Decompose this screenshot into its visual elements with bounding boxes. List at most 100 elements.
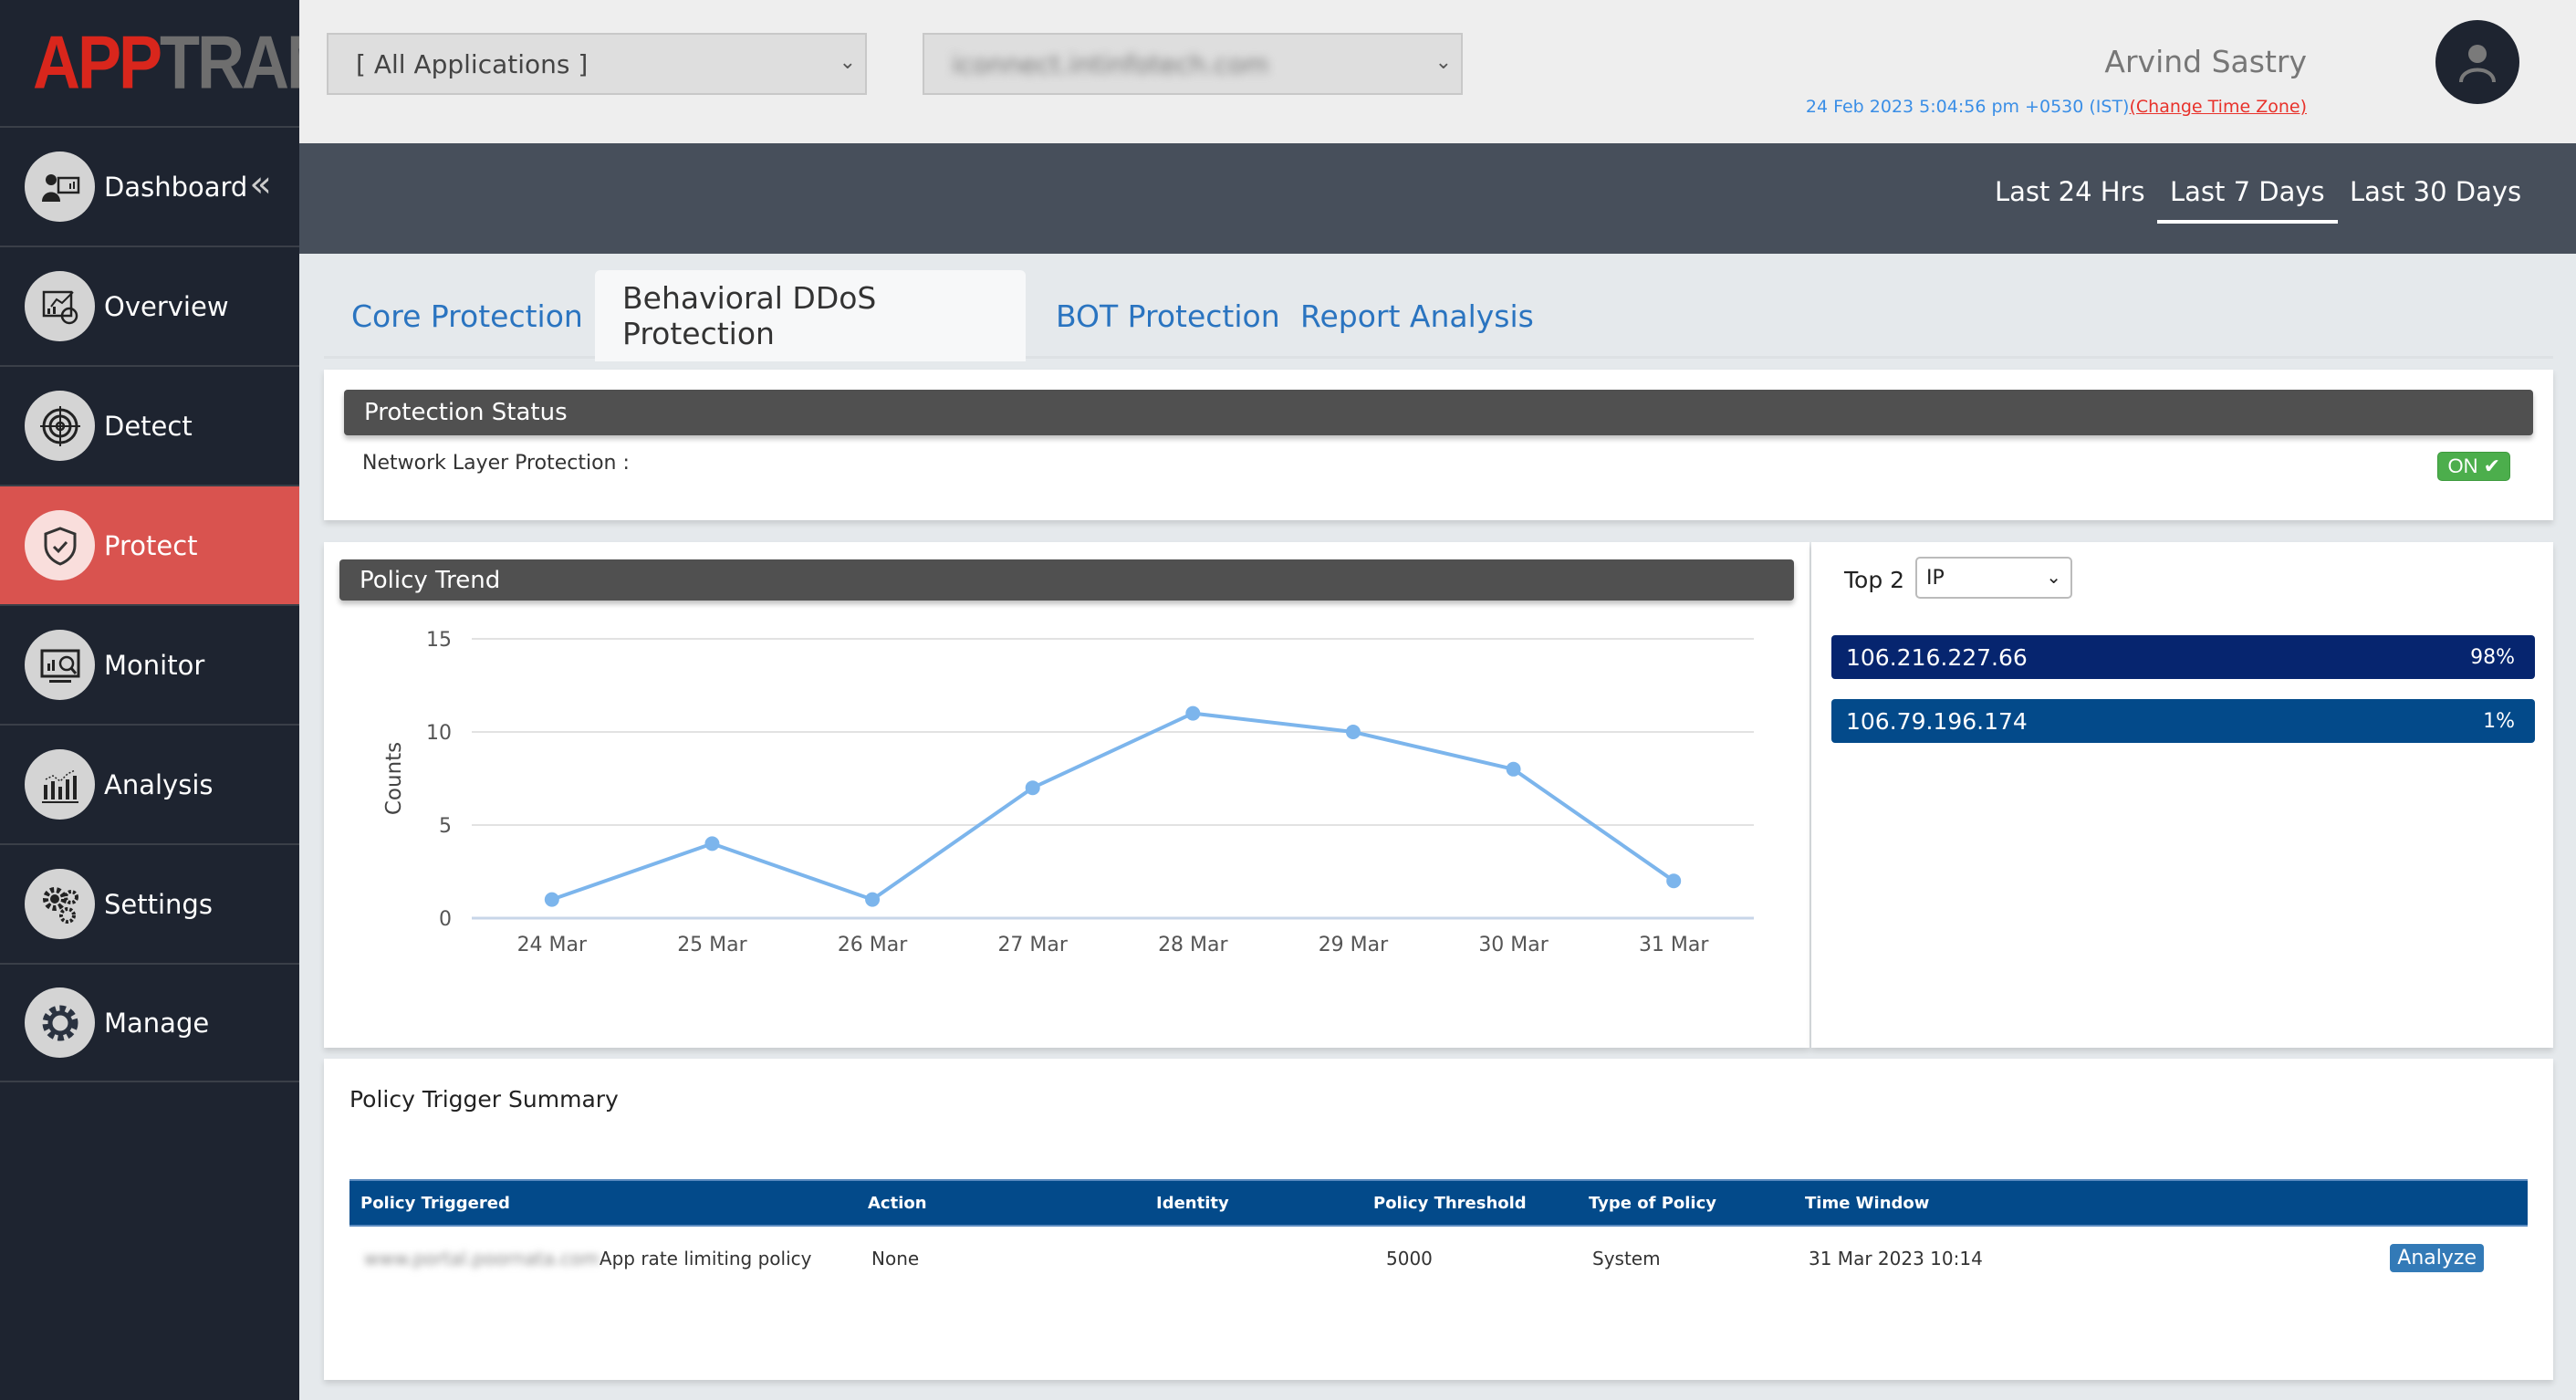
sidebar-item-analysis[interactable]: Analysis — [0, 724, 299, 843]
tab-bot-protection[interactable]: BOT Protection — [1028, 270, 1308, 361]
y-axis-label: Counts — [382, 742, 406, 815]
user-name: Arvind Sastry — [2104, 44, 2307, 79]
panel-header: Protection Status — [344, 390, 2533, 435]
target-icon — [25, 391, 95, 461]
action-cell: None — [871, 1247, 920, 1269]
x-tick-label: 25 Mar — [677, 934, 747, 956]
sidebar-item-manage[interactable]: Manage — [0, 963, 299, 1082]
network-layer-protection-label: Network Layer Protection : — [362, 452, 630, 475]
data-point — [1345, 725, 1361, 739]
y-tick-label: 15 — [426, 629, 452, 652]
sidebar-item-protect[interactable]: Protect — [0, 485, 299, 604]
top-count-label: Top 2 — [1844, 567, 1905, 593]
data-point — [544, 892, 559, 907]
monitor-icon — [25, 630, 95, 700]
x-tick-label: 31 Mar — [1639, 934, 1709, 956]
sidebar-item-detect[interactable]: Detect — [0, 365, 299, 485]
section-title: Policy Trigger Summary — [349, 1086, 619, 1113]
identity-cell — [1145, 1226, 1362, 1290]
user-icon — [2459, 45, 2496, 83]
panel-header: Policy Trend — [339, 559, 1794, 601]
sidebar-item-dashboard[interactable]: Dashboard « — [0, 126, 299, 246]
threshold-cell: 5000 — [1386, 1247, 1433, 1269]
tab-behavioral-ddos-protection[interactable]: Behavioral DDoS Protection — [595, 270, 1026, 361]
tab-report-analysis[interactable]: Report Analysis — [1273, 270, 1561, 361]
range-last-7-days[interactable]: Last 7 Days — [2157, 176, 2338, 224]
table-row: www.portal.poornata.comApp rate limiting… — [349, 1226, 2528, 1290]
column-header: Time Window — [1794, 1179, 2341, 1227]
chevron-down-icon: ⌄ — [839, 51, 856, 74]
time-window-cell: 31 Mar 2023 10:14 — [1809, 1247, 1983, 1269]
x-tick-label: 30 Mar — [1478, 934, 1549, 956]
user-avatar[interactable] — [2435, 20, 2519, 104]
policy-type-cell: System — [1592, 1247, 1661, 1269]
sidebar-item-label: Settings — [104, 888, 213, 920]
overview-icon — [25, 271, 95, 341]
analysis-icon — [25, 749, 95, 820]
sidebar-item-label: Detect — [104, 410, 193, 442]
sidebar: APP TRANA Dashboard « Overview Detect Protect… — [0, 0, 379, 1400]
status-badge[interactable]: ON ✔ — [2437, 452, 2510, 481]
analyze-cell: Analyze — [2341, 1226, 2528, 1290]
data-point — [1506, 761, 1521, 777]
x-tick-label: 27 Mar — [997, 934, 1068, 956]
ip-percentage: 98% — [2470, 645, 2515, 669]
gear-icon — [25, 987, 95, 1058]
series-line — [551, 711, 1675, 902]
application-select[interactable]: [ All Applications ] ⌄ — [327, 33, 867, 95]
ip-address: 106.216.227.66 — [1846, 643, 2028, 671]
protection-tabs: Core Protection Behavioral DDoS Protecti… — [324, 254, 2553, 361]
sidebar-item-label: Overview — [104, 290, 229, 322]
sidebar-item-label: Analysis — [104, 768, 214, 800]
ip-address: 106.79.196.174 — [1846, 707, 2028, 735]
data-point — [1666, 873, 1682, 889]
policy-trend-chart: 0 5 10 15 24 Mar 25 Mar 26 Mar 27 Mar 28 Mar 29 M… — [382, 629, 1754, 956]
change-time-zone-link[interactable]: (Change Time Zone) — [2129, 97, 2307, 117]
sidebar-item-label: Manage — [104, 1007, 210, 1039]
top-ip-bar[interactable]: 106.79.196.174 1% — [1831, 699, 2535, 743]
domain-select[interactable]: iconnect.intinfotech.com ⌄ — [923, 33, 1463, 95]
collapse-sidebar-icon[interactable]: « — [249, 163, 271, 205]
dashboard-icon — [25, 151, 95, 222]
gears-icon — [25, 869, 95, 939]
top-bar: [ All Applications ] ⌄ iconnect.intinfote… — [299, 0, 2576, 143]
policy-trend-panel: Policy Trend 0 5 10 15 24 Mar 25 Mar 26 Mar 27 … — [324, 542, 1809, 1048]
top-ip-panel: Top 2 IP ⌄ 106.216.227.66 98% 106.79.196.17… — [1811, 542, 2553, 1048]
tab-core-protection[interactable]: Core Protection — [324, 270, 610, 361]
top-ip-bar[interactable]: 106.216.227.66 98% — [1831, 635, 2535, 679]
sidebar-item-settings[interactable]: Settings — [0, 843, 299, 963]
x-tick-label: 26 Mar — [838, 934, 908, 956]
sidebar-item-label: Monitor — [104, 649, 205, 681]
column-header: Policy Threshold — [1362, 1179, 1578, 1227]
column-header: Identity — [1145, 1179, 1362, 1227]
data-point — [865, 892, 881, 907]
y-tick-label: 10 — [426, 722, 452, 745]
range-last-30-days[interactable]: Last 30 Days — [2350, 176, 2521, 220]
column-header: Policy Triggered — [349, 1179, 857, 1227]
sidebar-item-label: Dashboard — [104, 171, 248, 203]
x-tick-label: 29 Mar — [1319, 934, 1389, 956]
shield-check-icon — [25, 510, 95, 580]
sidebar-item-label: Protect — [104, 529, 198, 561]
sidebar-item-overview[interactable]: Overview — [0, 246, 299, 365]
analyze-button[interactable]: Analyze — [2390, 1244, 2484, 1272]
y-tick-label: 5 — [439, 815, 452, 838]
policy-triggered-cell: www.portal.poornata.comApp rate limiting… — [364, 1247, 812, 1269]
policy-trigger-table: Policy Triggered Action Identity Policy Thr… — [349, 1179, 2528, 1290]
x-tick-label: 28 Mar — [1158, 934, 1228, 956]
ip-percentage: 1% — [2483, 709, 2515, 733]
chevron-down-icon: ⌄ — [1434, 51, 1452, 74]
top-type-select[interactable]: IP ⌄ — [1915, 557, 2072, 599]
range-last-24-hrs[interactable]: Last 24 Hrs — [1995, 176, 2145, 220]
data-point — [1025, 780, 1040, 796]
apptrana-logo[interactable]: APP TRANA — [0, 0, 379, 135]
x-tick-label: 24 Mar — [517, 934, 588, 956]
data-point — [1185, 705, 1201, 721]
policy-trigger-summary-panel: Policy Trigger Summary Policy Triggered A… — [324, 1059, 2553, 1380]
column-header: Action — [857, 1179, 1145, 1227]
data-point — [704, 836, 720, 851]
y-tick-label: 0 — [439, 908, 452, 931]
sidebar-item-monitor[interactable]: Monitor — [0, 604, 299, 724]
current-datetime: 24 Feb 2023 5:04:56 pm +0530 (IST)(Chang… — [1805, 97, 2307, 117]
column-header — [2341, 1179, 2528, 1227]
